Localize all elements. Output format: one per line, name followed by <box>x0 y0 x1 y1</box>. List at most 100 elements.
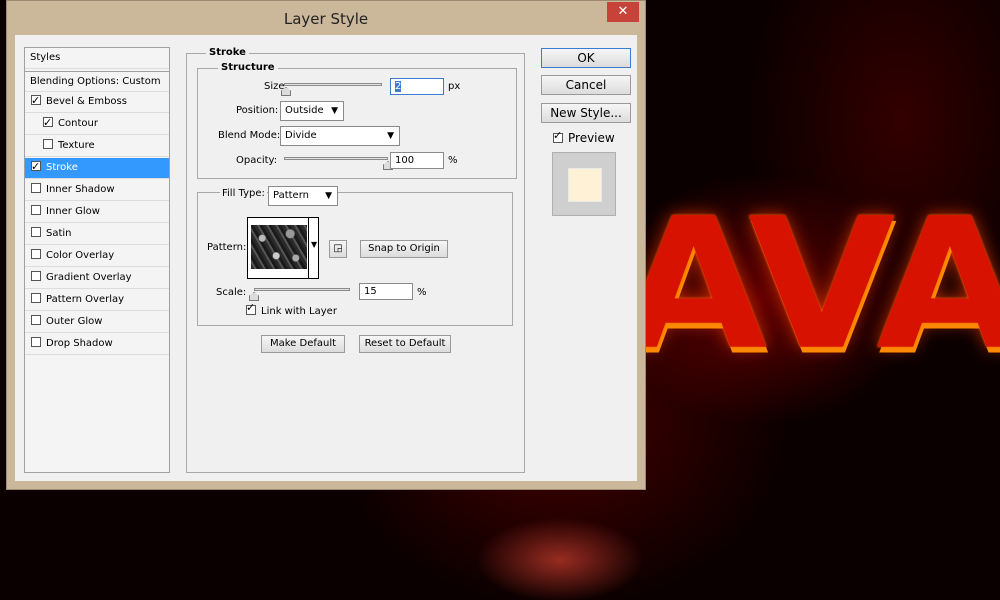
preview-checkbox[interactable]: Preview <box>553 129 615 145</box>
style-item-label: Pattern Overlay <box>46 294 125 305</box>
style-item-checkbox[interactable] <box>31 293 41 303</box>
structure-group: Structure Size: 2 px Position: Outside ▼… <box>197 62 517 179</box>
style-item-checkbox[interactable] <box>31 271 41 281</box>
style-item-inner-glow[interactable]: Inner Glow <box>25 202 169 223</box>
ok-label: OK <box>577 51 595 65</box>
style-item-checkbox[interactable] <box>31 183 41 193</box>
snap-to-origin-button[interactable]: Snap to Origin <box>360 240 448 258</box>
pattern-picker[interactable]: ▼ <box>247 217 319 279</box>
blending-options-label: Blending Options: Custom <box>30 76 161 87</box>
opacity-slider-track[interactable] <box>284 157 388 160</box>
style-item-label: Inner Shadow <box>46 184 115 195</box>
style-item-texture[interactable]: Texture <box>25 136 169 157</box>
cancel-button[interactable]: Cancel <box>541 75 631 95</box>
size-input-value: 2 <box>395 81 402 92</box>
style-item-label: Drop Shadow <box>46 338 113 349</box>
make-default-label: Make Default <box>269 338 337 349</box>
stroke-group: Stroke Structure Size: 2 px Position: Ou… <box>186 47 525 473</box>
style-item-outer-glow[interactable]: Outer Glow <box>25 312 169 333</box>
styles-list: Styles Blending Options: Custom Bevel & … <box>24 47 170 473</box>
scale-label: Scale: <box>216 287 247 298</box>
size-input[interactable]: 2 <box>390 78 444 95</box>
style-item-color-overlay[interactable]: Color Overlay <box>25 246 169 267</box>
link-with-layer-check[interactable] <box>246 301 256 315</box>
style-item-checkbox[interactable] <box>31 157 41 177</box>
style-item-gradient-overlay[interactable]: Gradient Overlay <box>25 268 169 289</box>
stroke-section-title: Stroke <box>206 47 249 58</box>
style-item-satin[interactable]: Satin <box>25 224 169 245</box>
blending-options-item[interactable]: Blending Options: Custom <box>25 71 169 92</box>
fill-type-label: Fill Type: <box>220 188 267 199</box>
new-style-button[interactable]: New Style... <box>541 103 631 123</box>
style-item-checkbox[interactable] <box>31 315 41 325</box>
preview-swatch <box>568 168 602 202</box>
style-item-contour[interactable]: Contour <box>25 113 169 135</box>
scale-slider-thumb[interactable] <box>249 292 259 301</box>
dialog-title: Layer Style <box>283 10 369 28</box>
pattern-label: Pattern: <box>207 242 247 253</box>
scale-input-value: 15 <box>364 286 377 297</box>
style-item-checkbox[interactable] <box>31 91 41 111</box>
style-item-pattern-overlay[interactable]: Pattern Overlay <box>25 290 169 311</box>
dialog-titlebar[interactable]: Layer Style ✕ <box>7 1 645 35</box>
link-with-layer-label: Link with Layer <box>261 306 337 317</box>
style-preview <box>552 152 616 216</box>
snap-to-origin-label: Snap to Origin <box>368 243 440 254</box>
pattern-preview <box>251 225 307 269</box>
new-preset-icon: ◲ <box>333 243 343 254</box>
opacity-label: Opacity: <box>236 155 278 166</box>
chevron-down-icon: ▼ <box>331 106 338 116</box>
style-item-stroke[interactable]: Stroke <box>25 157 169 179</box>
opacity-unit: % <box>448 155 458 166</box>
style-item-label: Bevel & Emboss <box>46 96 127 107</box>
scale-slider-track[interactable] <box>254 288 350 291</box>
ok-button[interactable]: OK <box>541 48 631 68</box>
styles-header[interactable]: Styles <box>25 48 169 69</box>
style-item-drop-shadow[interactable]: Drop Shadow <box>25 334 169 355</box>
style-item-label: Outer Glow <box>46 316 103 327</box>
size-slider-track[interactable] <box>284 83 382 86</box>
chevron-down-icon: ▼ <box>325 191 332 201</box>
link-with-layer-checkbox[interactable]: Link with Layer <box>246 301 337 317</box>
chevron-down-icon: ▼ <box>387 131 394 141</box>
position-label: Position: <box>236 105 279 116</box>
make-default-button[interactable]: Make Default <box>261 335 345 353</box>
lava-text-artwork: AVA <box>620 179 1000 390</box>
new-style-label: New Style... <box>550 106 622 120</box>
pattern-divider <box>308 218 309 278</box>
position-dropdown[interactable]: Outside ▼ <box>280 101 344 121</box>
style-item-label: Stroke <box>46 162 78 173</box>
cancel-label: Cancel <box>565 78 607 92</box>
style-item-inner-shadow[interactable]: Inner Shadow <box>25 180 169 201</box>
style-item-checkbox[interactable] <box>31 205 41 215</box>
reset-to-default-label: Reset to Default <box>364 338 446 349</box>
blend-mode-value: Divide <box>285 130 317 141</box>
fill-type-dropdown[interactable]: Pattern ▼ <box>268 186 338 206</box>
close-button[interactable]: ✕ <box>607 2 639 22</box>
opacity-input[interactable]: 100 <box>390 152 444 169</box>
style-item-checkbox[interactable] <box>31 337 41 347</box>
style-item-label: Contour <box>58 118 98 129</box>
style-item-label: Texture <box>58 140 95 151</box>
blend-mode-label: Blend Mode: <box>218 130 281 141</box>
style-item-label: Color Overlay <box>46 250 115 261</box>
opacity-input-value: 100 <box>395 155 415 166</box>
preview-check[interactable] <box>553 129 563 143</box>
structure-title: Structure <box>218 62 278 73</box>
style-item-checkbox[interactable] <box>31 249 41 259</box>
style-item-checkbox[interactable] <box>43 139 53 149</box>
preview-label: Preview <box>568 131 615 145</box>
style-item-label: Satin <box>46 228 72 239</box>
fill-type-value: Pattern <box>273 190 309 201</box>
styles-header-label: Styles <box>30 52 61 63</box>
size-unit: px <box>448 81 461 92</box>
style-item-checkbox[interactable] <box>43 113 53 133</box>
scale-unit: % <box>417 287 427 298</box>
style-item-checkbox[interactable] <box>31 227 41 237</box>
reset-to-default-button[interactable]: Reset to Default <box>359 335 451 353</box>
scale-input[interactable]: 15 <box>359 283 413 300</box>
fill-type-group: Fill Type: Pattern ▼ Pattern: ▼ ◲ Snap t… <box>197 186 513 326</box>
new-preset-button[interactable]: ◲ <box>329 240 347 258</box>
style-item-bevel-emboss[interactable]: Bevel & Emboss <box>25 91 169 113</box>
blend-mode-dropdown[interactable]: Divide ▼ <box>280 126 400 146</box>
